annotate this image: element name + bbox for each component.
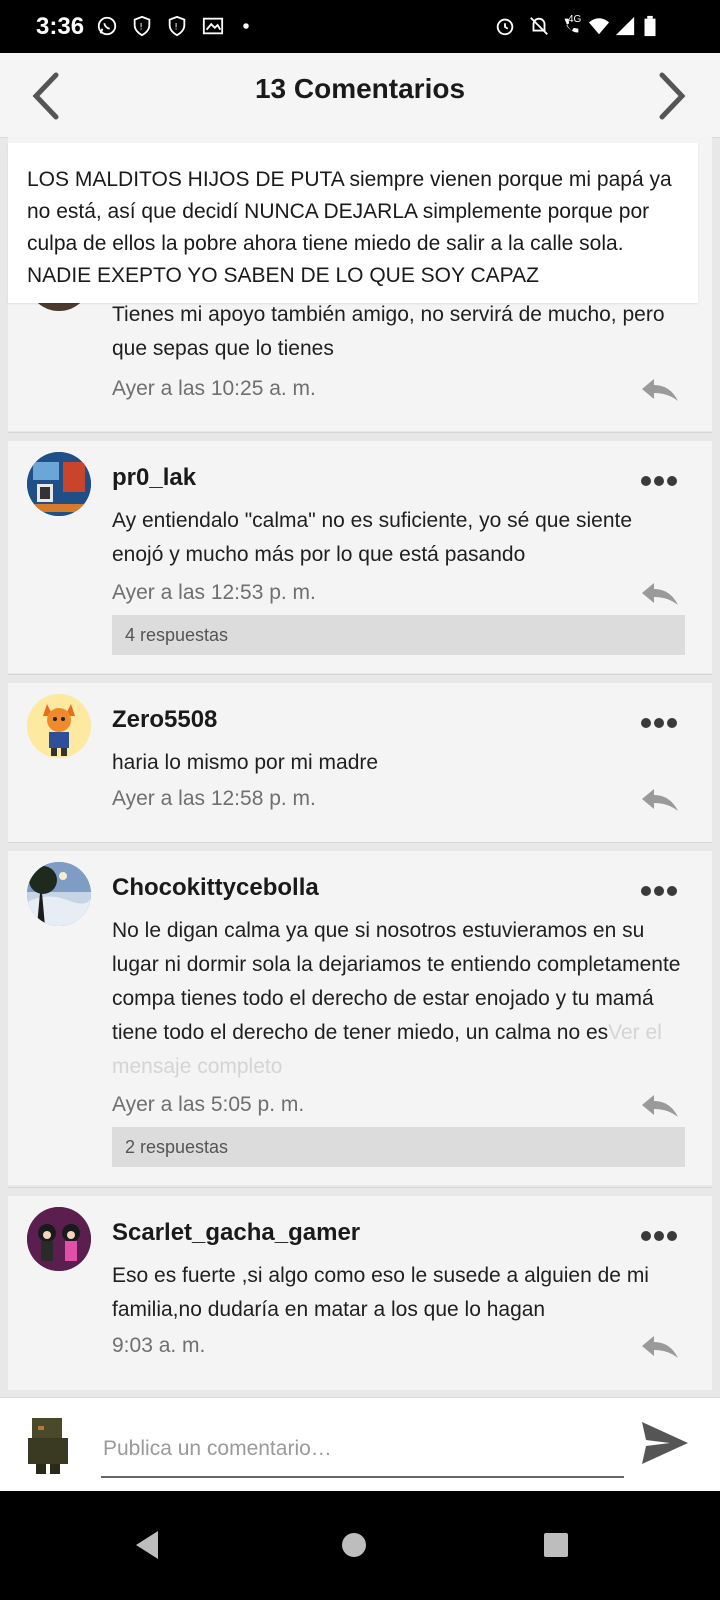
reply-icon[interactable] <box>640 787 680 813</box>
reply-icon[interactable] <box>640 377 680 403</box>
avatar[interactable] <box>27 1207 91 1271</box>
comment-author[interactable]: Zero5508 <box>112 706 217 734</box>
more-options-icon[interactable] <box>641 473 681 487</box>
comment-body: haria lo mismo por mi madre <box>112 751 379 774</box>
shield-icon: ! <box>133 15 151 37</box>
svg-text:!: ! <box>174 22 178 33</box>
comment-card: Scarlet_gacha_gamer Eso es fuerte ,si al… <box>8 1196 712 1390</box>
more-options-icon[interactable] <box>641 715 681 729</box>
mute-icon <box>530 17 548 35</box>
whatsapp-icon <box>97 16 117 36</box>
replies-button[interactable]: 2 respuestas <box>112 1127 685 1167</box>
dot-icon <box>243 23 249 29</box>
avatar[interactable] <box>27 862 91 926</box>
comment-timestamp: Ayer a las 5:05 p. m. <box>112 1093 305 1116</box>
more-options-icon[interactable] <box>641 1228 681 1242</box>
divider <box>8 842 712 843</box>
comments-header: 13 Comentarios <box>0 53 720 138</box>
battery-icon <box>644 15 656 37</box>
avatar[interactable] <box>27 452 91 516</box>
signal-icon <box>615 16 635 36</box>
pinned-post: LOS MALDITOS HIJOS DE PUTA siempre viene… <box>8 143 698 303</box>
comment-timestamp: Ayer a las 12:53 p. m. <box>112 581 316 604</box>
divider <box>8 1187 712 1188</box>
comment-composer <box>0 1397 720 1492</box>
gallery-icon <box>202 17 224 35</box>
status-bar: 3:36 ! ! 4G <box>0 0 720 53</box>
system-nav-bar <box>0 1491 720 1600</box>
more-options-icon[interactable] <box>641 883 681 897</box>
divider <box>8 432 712 433</box>
comment-timestamp: Ayer a las 12:58 p. m. <box>112 787 316 810</box>
comment-body: Tienes mi apoyo también amigo, no servir… <box>112 303 665 360</box>
comment-list[interactable]: Tienes mi apoyo también amigo, no servir… <box>8 137 712 1425</box>
comment-body-text: No le digan calma ya que si nosotros est… <box>112 919 681 1044</box>
divider <box>8 674 712 675</box>
comment-body: No le digan calma ya que si nosotros est… <box>112 914 682 1084</box>
comment-author[interactable]: pr0_lak <box>112 464 196 492</box>
svg-text:!: ! <box>139 22 143 33</box>
replies-button[interactable]: 4 respuestas <box>112 615 685 655</box>
avatar[interactable] <box>27 694 91 758</box>
network-label: 4G <box>568 14 582 25</box>
alarm-icon <box>496 18 514 36</box>
pinned-post-text: LOS MALDITOS HIJOS DE PUTA siempre viene… <box>27 168 672 287</box>
reply-icon[interactable] <box>640 581 680 607</box>
comment-input[interactable] <box>101 1422 624 1478</box>
comment-author[interactable]: Scarlet_gacha_gamer <box>112 1219 360 1247</box>
comment-author[interactable]: Chocokittycebolla <box>112 874 319 902</box>
send-icon[interactable] <box>640 1420 690 1466</box>
status-time: 3:36 <box>36 13 85 40</box>
chevron-right-icon[interactable] <box>648 71 694 121</box>
comment-card: Zero5508 haria lo mismo por mi madre Aye… <box>8 683 712 843</box>
recents-icon[interactable] <box>536 1525 576 1565</box>
my-avatar[interactable] <box>18 1414 78 1474</box>
back-icon[interactable] <box>128 1525 168 1565</box>
comment-body: Eso es fuerte ,si algo como eso le sused… <box>112 1264 649 1321</box>
comment-body: Ay entiendalo "calma" no es suficiente, … <box>112 509 633 566</box>
comment-timestamp: 9:03 a. m. <box>112 1334 206 1357</box>
home-icon[interactable] <box>334 1525 374 1565</box>
reply-icon[interactable] <box>640 1093 680 1119</box>
comment-card: Chocokittycebolla No le digan calma ya q… <box>8 851 712 1185</box>
reply-icon[interactable] <box>640 1334 680 1360</box>
comment-card: pr0_lak Ay entiendalo "calma" no es sufi… <box>8 441 712 673</box>
wifi-icon <box>588 18 610 35</box>
comment-timestamp: Ayer a las 10:25 a. m. <box>112 377 316 400</box>
shield-icon: ! <box>168 15 186 37</box>
page-title: 13 Comentarios <box>254 73 466 104</box>
